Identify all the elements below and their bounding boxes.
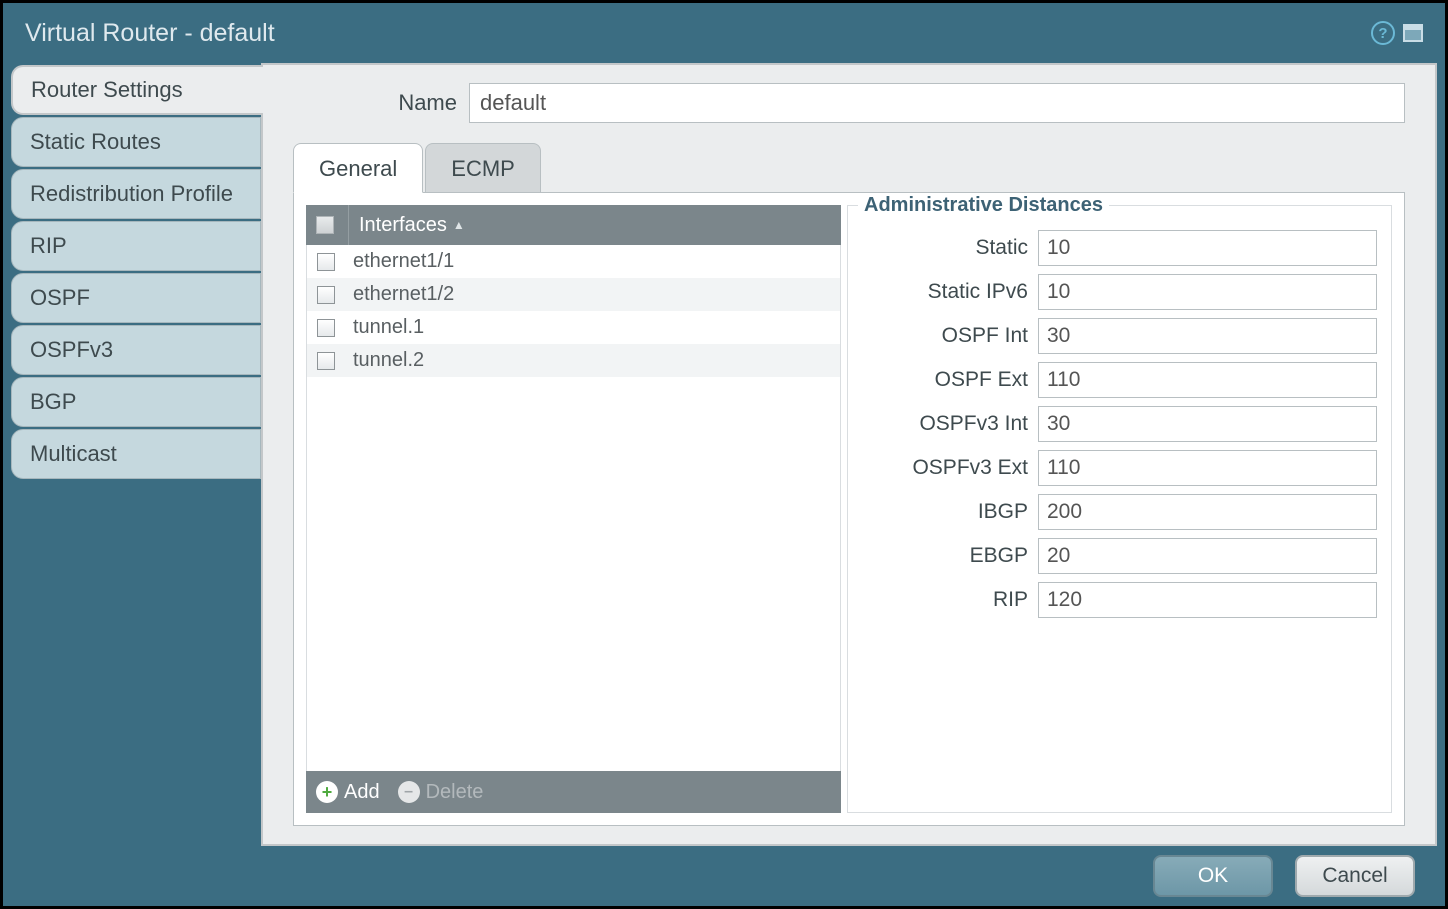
delete-label: Delete — [426, 781, 484, 804]
ok-button[interactable]: OK — [1153, 855, 1273, 897]
sort-ascending-icon[interactable]: ▲ — [453, 218, 465, 232]
ad-row-ospf-int: OSPF Int — [862, 318, 1377, 354]
sidebar-item-router-settings[interactable]: Router Settings — [11, 65, 263, 115]
tab-ecmp[interactable]: ECMP — [425, 143, 541, 192]
ad-label: OSPFv3 Ext — [862, 456, 1038, 480]
ad-input-ospf-int[interactable] — [1038, 318, 1377, 354]
sidebar-item-ospf[interactable]: OSPF — [11, 273, 261, 323]
sidebar-item-rip[interactable]: RIP — [11, 221, 261, 271]
name-label: Name — [293, 90, 469, 116]
sidebar-item-label: Static Routes — [30, 129, 161, 155]
ad-row-rip: RIP — [862, 582, 1377, 618]
window-title: Virtual Router - default — [25, 19, 275, 48]
titlebar-controls: ? — [1371, 21, 1423, 45]
interface-name: tunnel.1 — [353, 316, 424, 339]
help-icon[interactable]: ? — [1371, 21, 1395, 45]
ad-label: EBGP — [862, 544, 1038, 568]
tab-label: ECMP — [451, 156, 515, 181]
add-button[interactable]: + Add — [316, 781, 380, 804]
interfaces-footer: + Add – Delete — [306, 771, 841, 813]
column-separator — [348, 205, 349, 245]
interface-name: ethernet1/1 — [353, 250, 454, 273]
sidebar-item-redistribution-profile[interactable]: Redistribution Profile — [11, 169, 261, 219]
interface-name: ethernet1/2 — [353, 283, 454, 306]
sidebar-item-label: RIP — [30, 233, 67, 259]
select-all-checkbox[interactable] — [316, 216, 334, 234]
sidebar-item-bgp[interactable]: BGP — [11, 377, 261, 427]
ad-label: IBGP — [862, 500, 1038, 524]
interface-row[interactable]: ethernet1/1 — [307, 245, 840, 278]
admin-distances-body: Static Static IPv6 OSPF Int OSPF Ext OSP… — [862, 206, 1377, 618]
ad-input-ibgp[interactable] — [1038, 494, 1377, 530]
ad-input-ospfv3-int[interactable] — [1038, 406, 1377, 442]
maximize-icon[interactable] — [1403, 24, 1423, 42]
administrative-distances-group: Administrative Distances Static Static I… — [847, 205, 1392, 813]
ad-row-ospfv3-int: OSPFv3 Int — [862, 406, 1377, 442]
ad-label: Static — [862, 236, 1038, 260]
tab-content: Interfaces ▲ ethernet1/1 ethernet1/2 tun… — [293, 193, 1405, 826]
ad-label: OSPF Ext — [862, 368, 1038, 392]
ad-row-ospf-ext: OSPF Ext — [862, 362, 1377, 398]
ad-row-static-ipv6: Static IPv6 — [862, 274, 1377, 310]
sidebar: Router Settings Static Routes Redistribu… — [11, 63, 261, 846]
dialog-window: Virtual Router - default ? Router Settin… — [3, 3, 1445, 906]
ad-row-ospfv3-ext: OSPFv3 Ext — [862, 450, 1377, 486]
interfaces-list: ethernet1/1 ethernet1/2 tunnel.1 tunnel.… — [306, 245, 841, 771]
interface-row[interactable]: tunnel.2 — [307, 344, 840, 377]
ok-label: OK — [1198, 864, 1228, 888]
row-checkbox[interactable] — [317, 319, 335, 337]
sidebar-item-static-routes[interactable]: Static Routes — [11, 117, 261, 167]
ad-label: Static IPv6 — [862, 280, 1038, 304]
interface-name: tunnel.2 — [353, 349, 424, 372]
interfaces-header: Interfaces ▲ — [306, 205, 841, 245]
tab-label: General — [319, 156, 397, 181]
ad-input-ospf-ext[interactable] — [1038, 362, 1377, 398]
admin-distances-title: Administrative Distances — [858, 194, 1109, 217]
interfaces-header-label[interactable]: Interfaces — [359, 214, 447, 237]
sidebar-item-label: Redistribution Profile — [30, 181, 233, 207]
sidebar-item-ospfv3[interactable]: OSPFv3 — [11, 325, 261, 375]
ad-row-static: Static — [862, 230, 1377, 266]
row-checkbox[interactable] — [317, 253, 335, 271]
cancel-label: Cancel — [1322, 864, 1387, 888]
ad-row-ibgp: IBGP — [862, 494, 1377, 530]
tab-general[interactable]: General — [293, 143, 423, 193]
name-input[interactable] — [469, 83, 1405, 123]
add-label: Add — [344, 781, 380, 804]
sidebar-item-label: BGP — [30, 389, 76, 415]
interface-row[interactable]: ethernet1/2 — [307, 278, 840, 311]
interfaces-panel: Interfaces ▲ ethernet1/1 ethernet1/2 tun… — [306, 205, 841, 813]
sidebar-item-label: Router Settings — [31, 77, 183, 103]
ad-row-ebgp: EBGP — [862, 538, 1377, 574]
ad-label: RIP — [862, 588, 1038, 612]
sidebar-item-label: OSPF — [30, 285, 90, 311]
ad-input-static[interactable] — [1038, 230, 1377, 266]
ad-input-ospfv3-ext[interactable] — [1038, 450, 1377, 486]
row-checkbox[interactable] — [317, 352, 335, 370]
ad-input-ebgp[interactable] — [1038, 538, 1377, 574]
dialog-footer: OK Cancel — [3, 846, 1445, 906]
ad-input-rip[interactable] — [1038, 582, 1377, 618]
row-checkbox[interactable] — [317, 286, 335, 304]
ad-label: OSPF Int — [862, 324, 1038, 348]
titlebar: Virtual Router - default ? — [3, 3, 1445, 63]
tabs-row: General ECMP — [293, 143, 1405, 193]
plus-icon: + — [316, 781, 338, 803]
interface-row[interactable]: tunnel.1 — [307, 311, 840, 344]
name-row: Name — [293, 83, 1405, 123]
sidebar-item-multicast[interactable]: Multicast — [11, 429, 261, 479]
sidebar-item-label: OSPFv3 — [30, 337, 113, 363]
body-area: Router Settings Static Routes Redistribu… — [3, 63, 1445, 846]
main-panel: Name General ECMP Interfaces ▲ ethernet1 — [261, 63, 1437, 846]
minus-icon: – — [398, 781, 420, 803]
ad-input-static-ipv6[interactable] — [1038, 274, 1377, 310]
sidebar-item-label: Multicast — [30, 441, 117, 467]
cancel-button[interactable]: Cancel — [1295, 855, 1415, 897]
ad-label: OSPFv3 Int — [862, 412, 1038, 436]
delete-button[interactable]: – Delete — [398, 781, 484, 804]
